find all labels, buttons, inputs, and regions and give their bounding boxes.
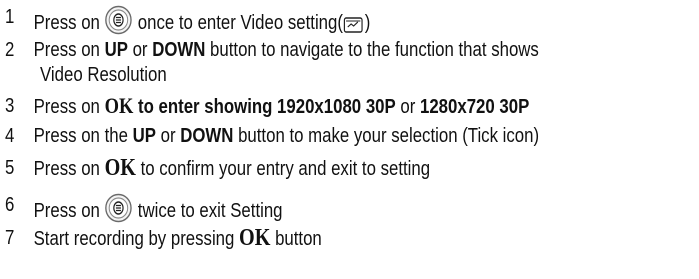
instruction-list: 1 Press on once to enter Video setting()… bbox=[0, 0, 699, 279]
ok-label: OK bbox=[239, 225, 271, 251]
down-label: DOWN bbox=[180, 125, 234, 147]
up-label: UP bbox=[104, 39, 128, 61]
step-text: ) bbox=[364, 12, 371, 34]
down-label: DOWN bbox=[152, 39, 206, 61]
step-text: to enter showing 1920x1080 30P bbox=[133, 96, 396, 118]
step-text: or bbox=[127, 39, 153, 61]
step-text: to confirm your entry and exit to settin… bbox=[135, 158, 431, 180]
step-text: Press on bbox=[33, 96, 105, 118]
step-text: button to make your selection (Tick icon… bbox=[233, 125, 540, 147]
step-text: or bbox=[395, 96, 420, 118]
step-number: 2 bbox=[5, 39, 15, 61]
menu-button-icon bbox=[105, 193, 134, 223]
step-text: Press on the bbox=[33, 125, 133, 147]
step-number: 3 bbox=[5, 95, 15, 117]
step-text: twice to exit Setting bbox=[133, 200, 283, 222]
up-label: UP bbox=[132, 125, 156, 147]
step-text: Press on bbox=[33, 39, 105, 61]
step-text: Press on bbox=[33, 200, 105, 222]
video-setting-icon bbox=[343, 15, 365, 35]
step-text: Start recording by pressing bbox=[33, 228, 240, 250]
step-2-continued: Video Resolution bbox=[40, 64, 167, 86]
step-number: 7 bbox=[5, 227, 15, 249]
step-text: once to enter Video setting( bbox=[133, 12, 343, 34]
step-number: 6 bbox=[5, 194, 15, 216]
step-text: button bbox=[270, 228, 322, 250]
step-number: 1 bbox=[5, 6, 15, 28]
step-number: 4 bbox=[5, 125, 15, 147]
step-text: or bbox=[155, 125, 181, 147]
step-text: Press on bbox=[33, 12, 105, 34]
ok-label: OK bbox=[104, 93, 134, 118]
step-text: Press on bbox=[33, 158, 105, 180]
step-text: 1280x720 30P bbox=[420, 96, 530, 118]
menu-button-icon bbox=[105, 5, 134, 35]
step-text: button to navigate to the function that … bbox=[205, 39, 539, 61]
step-number: 5 bbox=[5, 157, 15, 179]
ok-label: OK bbox=[104, 155, 136, 181]
